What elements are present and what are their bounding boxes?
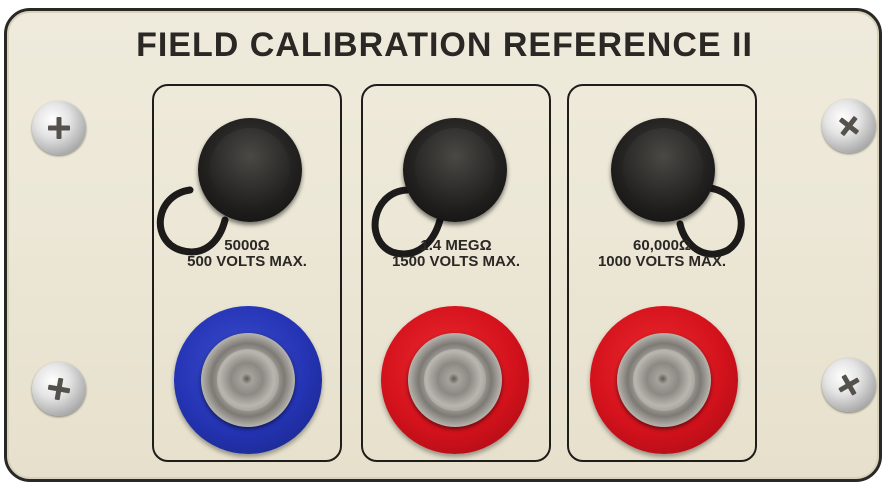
bay-3-resistance: 60,000Ω: [633, 237, 691, 254]
connector-cap-icon[interactable]: [611, 118, 715, 222]
phillips-screw-icon: [822, 358, 876, 412]
binding-post-knob[interactable]: [617, 333, 711, 427]
bay-1-resistance: 5000Ω: [224, 237, 270, 254]
phillips-screw-icon: [32, 101, 86, 155]
bay-2-max-voltage: 1500 VOLTS MAX.: [391, 253, 521, 270]
binding-post-knob[interactable]: [408, 333, 502, 427]
bay-2-label: 1.4 MEGΩ 1500 VOLTS MAX.: [361, 238, 551, 270]
binding-post-knob[interactable]: [201, 333, 295, 427]
phillips-screw-icon: [822, 99, 876, 153]
panel-title: FIELD CALIBRATION REFERENCE II: [136, 26, 753, 64]
bay-3-label: 60,000Ω 1000 VOLTS MAX.: [567, 238, 757, 270]
binding-post-icon[interactable]: [590, 306, 738, 454]
bay-1-label: 5000Ω 500 VOLTS MAX.: [152, 238, 342, 270]
bay-3-max-voltage: 1000 VOLTS MAX.: [597, 253, 727, 270]
bay-2-resistance: 1.4 MEGΩ: [420, 237, 492, 254]
binding-post-icon[interactable]: [174, 306, 322, 454]
binding-post-icon[interactable]: [381, 306, 529, 454]
phillips-screw-icon: [32, 362, 86, 416]
connector-cap-icon[interactable]: [198, 118, 302, 222]
bay-1-max-voltage: 500 VOLTS MAX.: [187, 253, 307, 270]
connector-cap-icon[interactable]: [403, 118, 507, 222]
